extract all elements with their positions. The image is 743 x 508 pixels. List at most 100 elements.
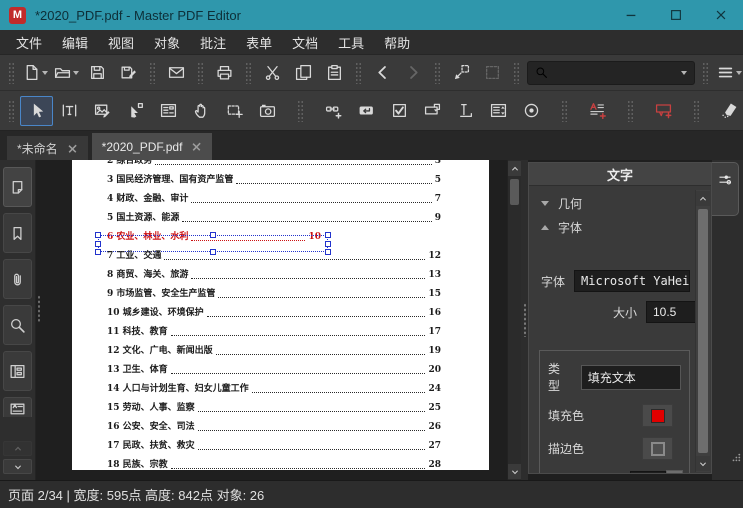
select-tool-button[interactable] [20, 95, 53, 126]
sidebar-splitter-grip[interactable] [37, 295, 41, 323]
open-folder-button[interactable] [51, 59, 82, 87]
radio-field-button[interactable] [515, 96, 548, 126]
panel-scroll-up-button[interactable] [696, 191, 710, 206]
toc-row[interactable]: 5 国土资源、能源 9 [107, 207, 441, 226]
tab-close-button[interactable] [67, 143, 78, 154]
button-field-button[interactable] [350, 96, 383, 126]
toolbar-grip[interactable] [561, 99, 568, 122]
fit-visible-button[interactable] [477, 59, 508, 87]
toolbar-grip[interactable] [513, 61, 520, 84]
edit-image-button[interactable] [86, 96, 119, 126]
panel-scrollbar-thumb[interactable] [698, 209, 708, 453]
toc-row[interactable]: 2 综合政务 3 [107, 160, 441, 169]
scroll-down-button[interactable] [508, 464, 521, 479]
line-width-field[interactable]: 1 [630, 470, 666, 473]
maximize-button[interactable] [653, 0, 698, 30]
checkbox-field-button[interactable] [383, 96, 416, 126]
toolbar-grip[interactable] [149, 61, 156, 84]
panel-splitter-grip[interactable] [522, 303, 527, 337]
toc-row[interactable]: 6 农业、林业、水利 10 [95, 226, 331, 255]
toc-row[interactable]: 17 民政、扶贫、救灾 27 [107, 435, 441, 454]
menu-form[interactable]: 表单 [236, 31, 282, 54]
menu-help[interactable]: 帮助 [374, 31, 420, 54]
toolbar-grip[interactable] [693, 99, 700, 122]
print-button[interactable] [209, 59, 240, 87]
copy-button[interactable] [288, 59, 319, 87]
toc-row[interactable]: 3 国民经济管理、国有资产监管 5 [107, 169, 441, 188]
back-button[interactable] [367, 59, 398, 87]
cut-button[interactable] [257, 59, 288, 87]
callout-annotation-button[interactable] [647, 96, 680, 126]
font-size-field[interactable]: 10.5 [646, 301, 698, 323]
toc-row[interactable]: 16 公安、安全、司法 26 [107, 416, 441, 435]
menu-annotation[interactable]: 批注 [190, 31, 236, 54]
toc-row[interactable]: 9 市场监管、安全生产监管 15 [107, 283, 441, 302]
menu-file[interactable]: 文件 [6, 31, 52, 54]
menu-object[interactable]: 对象 [144, 31, 190, 54]
toolbar-grip[interactable] [627, 99, 634, 122]
toc-row[interactable]: 14 人口与计划生育、妇女儿童工作 24 [107, 378, 441, 397]
fit-page-button[interactable] [446, 59, 477, 87]
listbox-field-button[interactable] [482, 96, 515, 126]
toolbar-grip[interactable] [355, 61, 362, 84]
line-width-dropdown-button[interactable] [666, 470, 683, 473]
edit-path-button[interactable] [119, 96, 152, 126]
selection-handle[interactable] [95, 240, 101, 247]
section-geometry[interactable]: 几何 [541, 191, 690, 215]
menu-view[interactable]: 视图 [98, 31, 144, 54]
text-field-button[interactable] [449, 96, 482, 126]
toc-row[interactable]: 15 劳动、人事、监察 25 [107, 397, 441, 416]
font-family-field[interactable]: Microsoft YaHei [574, 270, 690, 292]
paste-button[interactable] [319, 59, 350, 87]
menu-edit[interactable]: 编辑 [52, 31, 98, 54]
selection-handle[interactable] [325, 232, 331, 238]
minimize-button[interactable] [608, 0, 653, 30]
add-link-button[interactable] [317, 96, 350, 126]
close-button[interactable] [698, 0, 743, 30]
form-fields-panel-button[interactable] [3, 351, 32, 391]
toc-row[interactable]: 11 科技、教育 17 [107, 321, 441, 340]
toc-row[interactable]: 18 民族、宗教 28 [107, 454, 441, 473]
toc-row[interactable]: 13 卫生、体育 20 [107, 359, 441, 378]
combobox-field-button[interactable] [416, 96, 449, 126]
toolbar-grip[interactable] [8, 61, 15, 84]
canvas-vertical-scrollbar[interactable] [507, 160, 521, 480]
forward-button[interactable] [398, 59, 429, 87]
panel-vertical-scrollbar[interactable] [695, 190, 710, 472]
marker-tool-button[interactable] [713, 96, 743, 126]
titlebar[interactable]: M *2020_PDF.pdf - Master PDF Editor [0, 0, 743, 30]
menu-button[interactable] [714, 59, 743, 87]
scroll-up-button[interactable] [508, 161, 521, 176]
toolbar-grip[interactable] [434, 61, 441, 84]
section-font[interactable]: 字体 [541, 215, 690, 239]
tab-2020-pdf[interactable]: *2020_PDF.pdf [91, 133, 213, 160]
panel-scroll-down-button[interactable] [696, 456, 710, 471]
tab-close-button[interactable] [191, 141, 202, 152]
sidebar-scroll-up-button[interactable] [3, 441, 32, 456]
document-canvas[interactable]: 2 综合政务 3 3 国民经济管理、国有资产监管 5 4 财政、金融、审计 7 5 国土资源… [36, 160, 507, 480]
toc-row[interactable]: 10 城乡建设、环境保护 16 [107, 302, 441, 321]
text-annotation-button[interactable] [581, 96, 614, 126]
search-dropdown-caret-icon[interactable] [681, 70, 687, 75]
edit-text-button[interactable] [53, 96, 86, 126]
save-as-button[interactable] [113, 59, 144, 87]
toolbar-grip[interactable] [297, 99, 304, 122]
type-dropdown[interactable]: 填充文本 [580, 364, 681, 390]
scrollbar-thumb[interactable] [510, 179, 519, 205]
pages-panel-button[interactable] [3, 167, 32, 207]
menu-document[interactable]: 文档 [282, 31, 328, 54]
toc-row[interactable]: 8 商贸、海关、旅游 13 [107, 264, 441, 283]
toc-row[interactable]: 7 工业、交通 12 [107, 245, 441, 264]
menu-tools[interactable]: 工具 [328, 31, 374, 54]
snapshot-button[interactable] [251, 96, 284, 126]
selection-handle[interactable] [95, 232, 101, 238]
panel-splitter[interactable] [521, 160, 528, 480]
signatures-panel-button[interactable] [3, 397, 32, 417]
fill-color-button[interactable] [642, 404, 673, 427]
hand-tool-button[interactable] [185, 96, 218, 126]
select-area-button[interactable] [218, 96, 251, 126]
selection-handle[interactable] [95, 249, 101, 255]
attachments-panel-button[interactable] [3, 259, 32, 299]
toolbar-grip[interactable] [8, 99, 15, 122]
toc-row[interactable]: 4 财政、金融、审计 7 [107, 188, 441, 207]
